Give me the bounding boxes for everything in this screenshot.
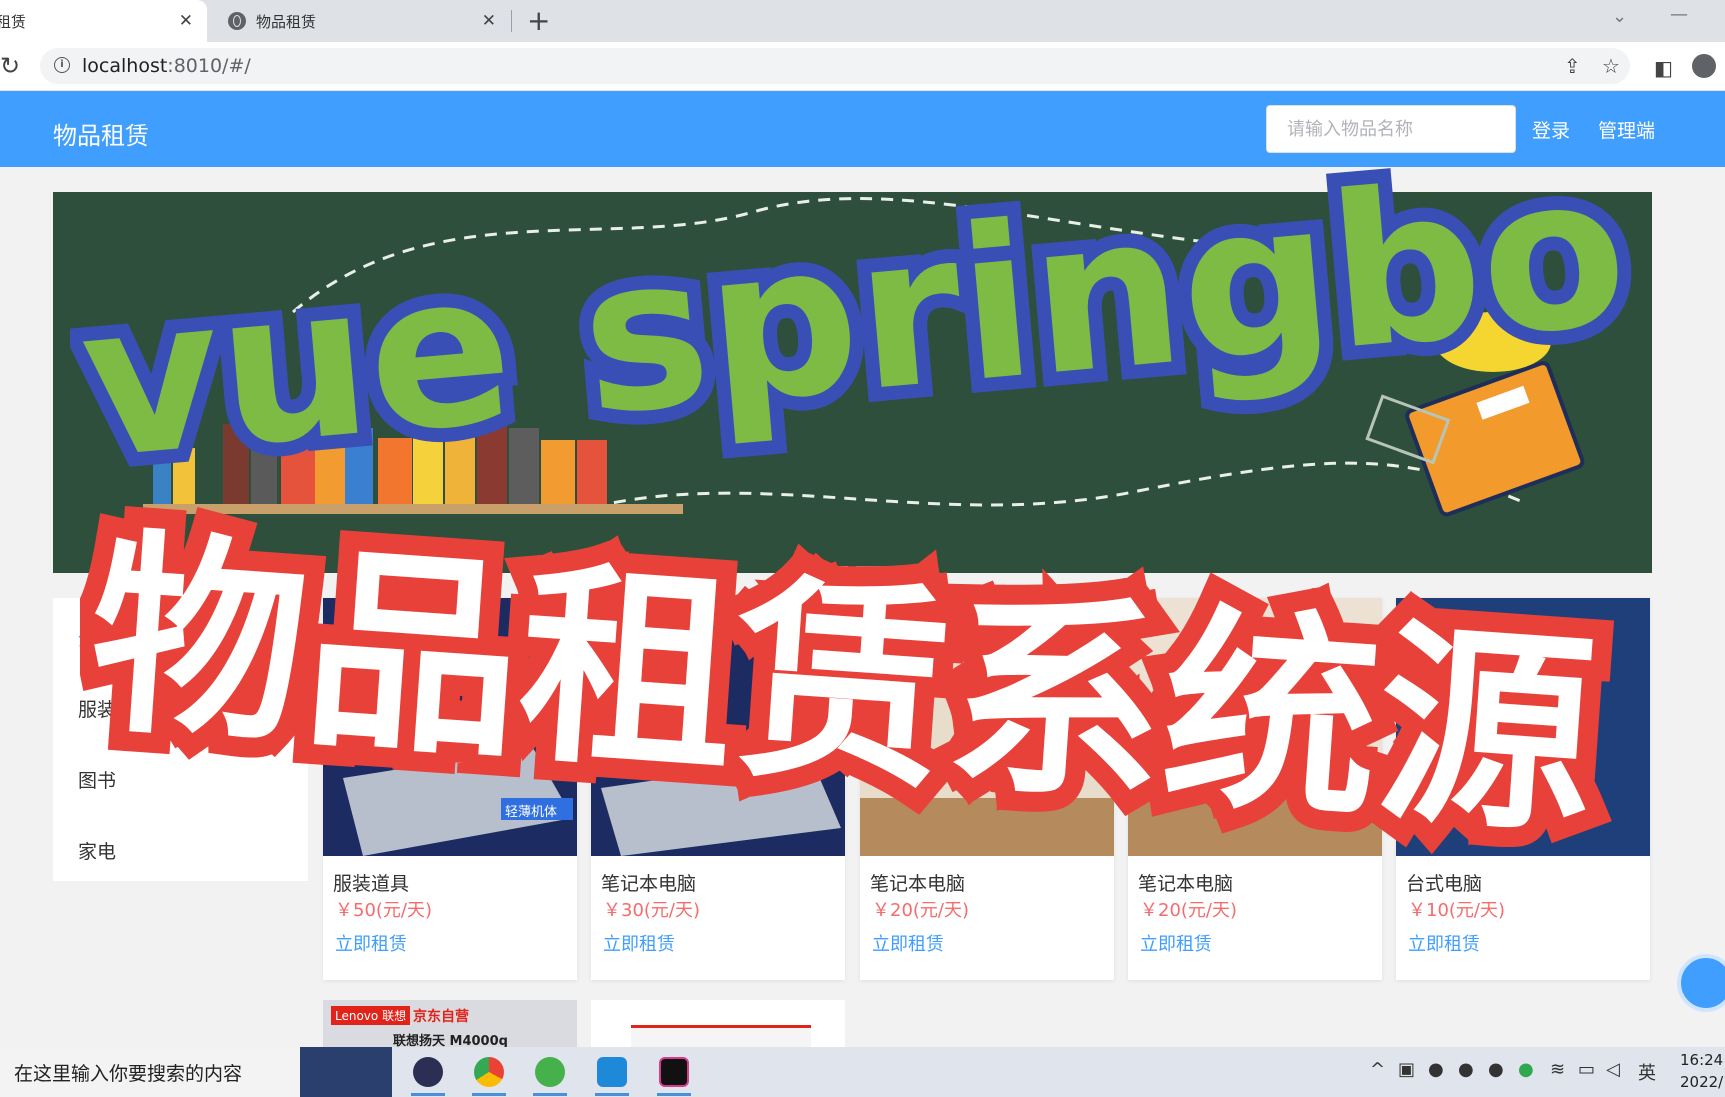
browser-tab-bar: 租赁 ✕ 物品租赁 ✕ + ⌄ — — [0, 0, 1725, 42]
clock[interactable]: 16:24 2022/11 — [1680, 1049, 1725, 1093]
admin-link[interactable]: 管理端 — [1598, 116, 1655, 143]
svg-text:vue springbo: vue springbo — [73, 150, 1636, 470]
omnibox[interactable]: i localhost:8010/#/ ⇪ ☆ — [40, 48, 1630, 84]
qq-icon[interactable]: ● — [1428, 1059, 1444, 1080]
reload-icon[interactable]: ↻ — [0, 52, 20, 80]
wechat-devtools-icon[interactable] — [535, 1057, 565, 1087]
taskbar-search-placeholder: 在这里输入你要搜索的内容 — [14, 1063, 243, 1085]
url-text[interactable]: localhost:8010/#/ — [82, 55, 251, 77]
login-link[interactable]: 登录 — [1532, 116, 1570, 143]
volume-icon[interactable]: ◁ — [1606, 1059, 1620, 1080]
eclipse-icon[interactable] — [413, 1057, 443, 1087]
app-active-indicator — [657, 1093, 691, 1096]
product-price: ￥20(元/天) — [872, 900, 970, 921]
overlay-title-en: vue springbo — [70, 150, 1649, 470]
address-bar: ↻ i localhost:8010/#/ ⇪ ☆ ◧ — [0, 42, 1725, 91]
side-panel-icon[interactable]: ◧ — [1654, 56, 1673, 80]
minimize-icon[interactable]: — — [1670, 4, 1688, 25]
taskbar: 在这里输入你要搜索的内容 ^ ▣ ● ● ● ● ≋ ▭ ◁ 英 16:24 2… — [0, 1047, 1725, 1097]
vscode-icon[interactable] — [597, 1057, 627, 1087]
tab-title: 物品租赁 — [256, 12, 317, 31]
clock-date: 2022/11 — [1680, 1073, 1725, 1091]
product-price: ￥20(元/天) — [1140, 900, 1238, 921]
tab-active[interactable]: 租赁 ✕ — [0, 0, 207, 42]
product-price: ￥50(元/天) — [335, 900, 433, 921]
intellij-icon[interactable] — [659, 1057, 689, 1087]
tab-divider — [511, 10, 512, 32]
wifi-icon[interactable]: ≋ — [1550, 1059, 1565, 1080]
rent-now-link[interactable]: 立即租赁 — [335, 930, 407, 956]
rent-now-link[interactable]: 立即租赁 — [1408, 930, 1480, 956]
qq-icon[interactable]: ● — [1488, 1059, 1504, 1080]
store-tag: 京东自营 — [413, 1009, 469, 1025]
search-input[interactable] — [1285, 118, 1499, 141]
tab-inactive[interactable]: 物品租赁 ✕ — [220, 0, 510, 42]
brand-tag: Lenovo 联想 — [331, 1006, 411, 1025]
tray-app-icon[interactable]: ▣ — [1398, 1059, 1415, 1080]
product-price: ￥10(元/天) — [1408, 900, 1506, 921]
site-logo[interactable]: 物品租赁 — [53, 116, 149, 151]
profile-icon[interactable] — [1692, 54, 1716, 78]
svg-text:物品租赁系统源: 物品租赁系统源 — [83, 508, 1602, 863]
wechat-icon[interactable]: ● — [1518, 1059, 1534, 1080]
search-box[interactable] — [1266, 105, 1516, 153]
rent-now-link[interactable]: 立即租赁 — [1140, 930, 1212, 956]
app-active-indicator — [595, 1093, 629, 1096]
chevron-up-icon[interactable]: ^ — [1370, 1059, 1385, 1080]
globe-icon — [228, 12, 246, 30]
app-active-indicator — [472, 1093, 506, 1096]
tab-title: 租赁 — [0, 12, 27, 31]
battery-icon[interactable]: ▭ — [1578, 1059, 1595, 1080]
close-icon[interactable]: ✕ — [179, 11, 193, 31]
app-active-indicator — [411, 1093, 445, 1096]
search-highlight-image — [300, 1047, 392, 1097]
product-price: ￥30(元/天) — [603, 900, 701, 921]
chrome-icon[interactable] — [474, 1057, 504, 1087]
share-icon[interactable]: ⇪ — [1564, 54, 1581, 78]
ime-indicator[interactable]: 英 — [1638, 1059, 1656, 1085]
clock-time: 16:24 — [1680, 1051, 1724, 1069]
rent-now-link[interactable]: 立即租赁 — [872, 930, 944, 956]
info-icon[interactable]: i — [54, 57, 70, 73]
rent-now-link[interactable]: 立即租赁 — [603, 930, 675, 956]
overlay-title-cn: 物品租赁系统源 — [80, 490, 1622, 880]
star-icon[interactable]: ☆ — [1602, 54, 1620, 78]
app-active-indicator — [533, 1093, 567, 1096]
back-to-top-button[interactable] — [1677, 954, 1725, 1012]
close-icon[interactable]: ✕ — [482, 11, 496, 31]
new-tab-icon[interactable]: + — [527, 4, 550, 37]
taskbar-search[interactable]: 在这里输入你要搜索的内容 — [0, 1047, 300, 1097]
qq-icon[interactable]: ● — [1458, 1059, 1474, 1080]
chevron-down-icon[interactable]: ⌄ — [1612, 6, 1627, 27]
